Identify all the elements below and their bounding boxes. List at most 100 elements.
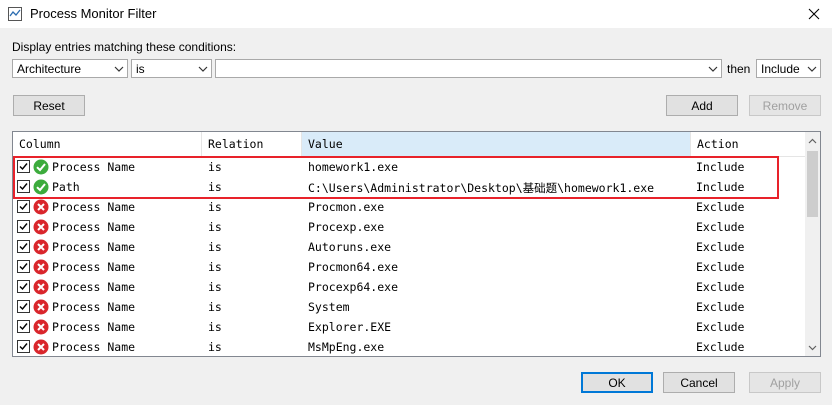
cell-relation: is [208, 300, 222, 314]
add-button[interactable]: Add [666, 95, 738, 116]
close-icon [808, 8, 820, 20]
check-icon [19, 223, 28, 231]
check-icon [19, 323, 28, 331]
ok-button[interactable]: OK [581, 372, 653, 393]
exclude-x-icon [33, 239, 49, 255]
table-row[interactable]: Process Name is Autoruns.exe Exclude [13, 237, 805, 257]
cell-column: Process Name [52, 260, 136, 274]
header-column[interactable]: Column [13, 132, 202, 156]
reset-button[interactable]: Reset [13, 95, 85, 116]
table-row[interactable]: Process Name is Procexp64.exe Exclude [13, 277, 805, 297]
cell-relation: is [208, 200, 222, 214]
exclude-x-icon [33, 339, 49, 355]
cell-column: Process Name [52, 200, 136, 214]
cell-relation: is [208, 240, 222, 254]
cell-action: Exclude [696, 200, 745, 214]
cell-relation: is [208, 280, 222, 294]
row-checkbox[interactable] [17, 260, 30, 273]
action-select[interactable]: Include [756, 59, 821, 78]
row-checkbox[interactable] [17, 340, 30, 353]
cell-action: Exclude [696, 280, 745, 294]
cell-action: Exclude [696, 240, 745, 254]
cell-value: Procexp.exe [308, 220, 385, 234]
cell-action: Exclude [696, 260, 745, 274]
row-checkbox[interactable] [17, 200, 30, 213]
scroll-down-button[interactable] [805, 339, 820, 356]
relation-select-value: is [136, 62, 145, 76]
conditions-label: Display entries matching these condition… [12, 40, 237, 54]
app-icon [8, 7, 22, 21]
cell-value: Explorer.EXE [308, 320, 392, 334]
table-row[interactable]: Process Name is System Exclude [13, 297, 805, 317]
check-icon [19, 243, 28, 251]
row-checkbox[interactable] [17, 220, 30, 233]
relation-select[interactable]: is [131, 59, 212, 78]
cell-column: Process Name [52, 220, 136, 234]
cell-action: Exclude [696, 220, 745, 234]
cell-value: Autoruns.exe [308, 240, 392, 254]
cell-value: Procmon.exe [308, 200, 385, 214]
cell-action: Exclude [696, 320, 745, 334]
remove-button[interactable]: Remove [749, 95, 821, 116]
exclude-x-icon [33, 219, 49, 235]
cell-column: Process Name [52, 240, 136, 254]
cell-action: Exclude [696, 300, 745, 314]
highlight-box [13, 156, 779, 199]
exclude-x-icon [33, 259, 49, 275]
row-checkbox[interactable] [17, 300, 30, 313]
cell-value: Procexp64.exe [308, 280, 399, 294]
header-relation[interactable]: Relation [202, 132, 302, 156]
title-bar: Process Monitor Filter [0, 0, 832, 28]
apply-button[interactable]: Apply [749, 372, 821, 393]
cell-relation: is [208, 220, 222, 234]
exclude-x-icon [33, 319, 49, 335]
chevron-down-icon [807, 66, 817, 72]
exclude-x-icon [33, 279, 49, 295]
cell-relation: is [208, 260, 222, 274]
check-icon [19, 283, 28, 291]
cell-relation: is [208, 340, 222, 354]
cell-column: Process Name [52, 300, 136, 314]
cell-value: Procmon64.exe [308, 260, 399, 274]
cell-relation: is [208, 320, 222, 334]
check-icon [19, 203, 28, 211]
action-select-value: Include [761, 62, 800, 76]
cell-value: System [308, 300, 350, 314]
header-value[interactable]: Value [302, 132, 691, 156]
chevron-up-icon [808, 138, 817, 143]
check-icon [19, 263, 28, 271]
cell-action: Exclude [696, 340, 745, 354]
chevron-down-icon [708, 66, 718, 72]
table-row[interactable]: Process Name is Explorer.EXE Exclude [13, 317, 805, 337]
cell-column: Process Name [52, 340, 136, 354]
vertical-scrollbar[interactable] [805, 132, 820, 356]
table-row[interactable]: Process Name is Procmon64.exe Exclude [13, 257, 805, 277]
window-title: Process Monitor Filter [30, 6, 157, 21]
check-icon [19, 303, 28, 311]
chevron-down-icon [198, 66, 208, 72]
row-checkbox[interactable] [17, 240, 30, 253]
chevron-down-icon [114, 66, 124, 72]
row-checkbox[interactable] [17, 280, 30, 293]
exclude-x-icon [33, 299, 49, 315]
cancel-button[interactable]: Cancel [663, 372, 735, 393]
table-row[interactable]: Process Name is Procexp.exe Exclude [13, 217, 805, 237]
list-header: Column Relation Value Action [13, 132, 805, 157]
row-checkbox[interactable] [17, 320, 30, 333]
check-icon [19, 343, 28, 351]
then-label: then [727, 62, 751, 76]
value-combobox[interactable] [215, 59, 722, 78]
table-row[interactable]: Process Name is Procmon.exe Exclude [13, 197, 805, 217]
close-button[interactable] [796, 0, 832, 28]
header-action[interactable]: Action [691, 132, 805, 156]
cell-column: Process Name [52, 320, 136, 334]
cell-value: MsMpEng.exe [308, 340, 385, 354]
exclude-x-icon [33, 199, 49, 215]
scrollbar-thumb[interactable] [807, 151, 818, 217]
scroll-up-button[interactable] [805, 132, 820, 149]
table-row[interactable]: Process Name is MsMpEng.exe Exclude [13, 337, 805, 356]
cell-column: Process Name [52, 280, 136, 294]
column-select-value: Architecture [17, 62, 82, 76]
column-select[interactable]: Architecture [12, 59, 128, 78]
chevron-down-icon [808, 345, 817, 350]
